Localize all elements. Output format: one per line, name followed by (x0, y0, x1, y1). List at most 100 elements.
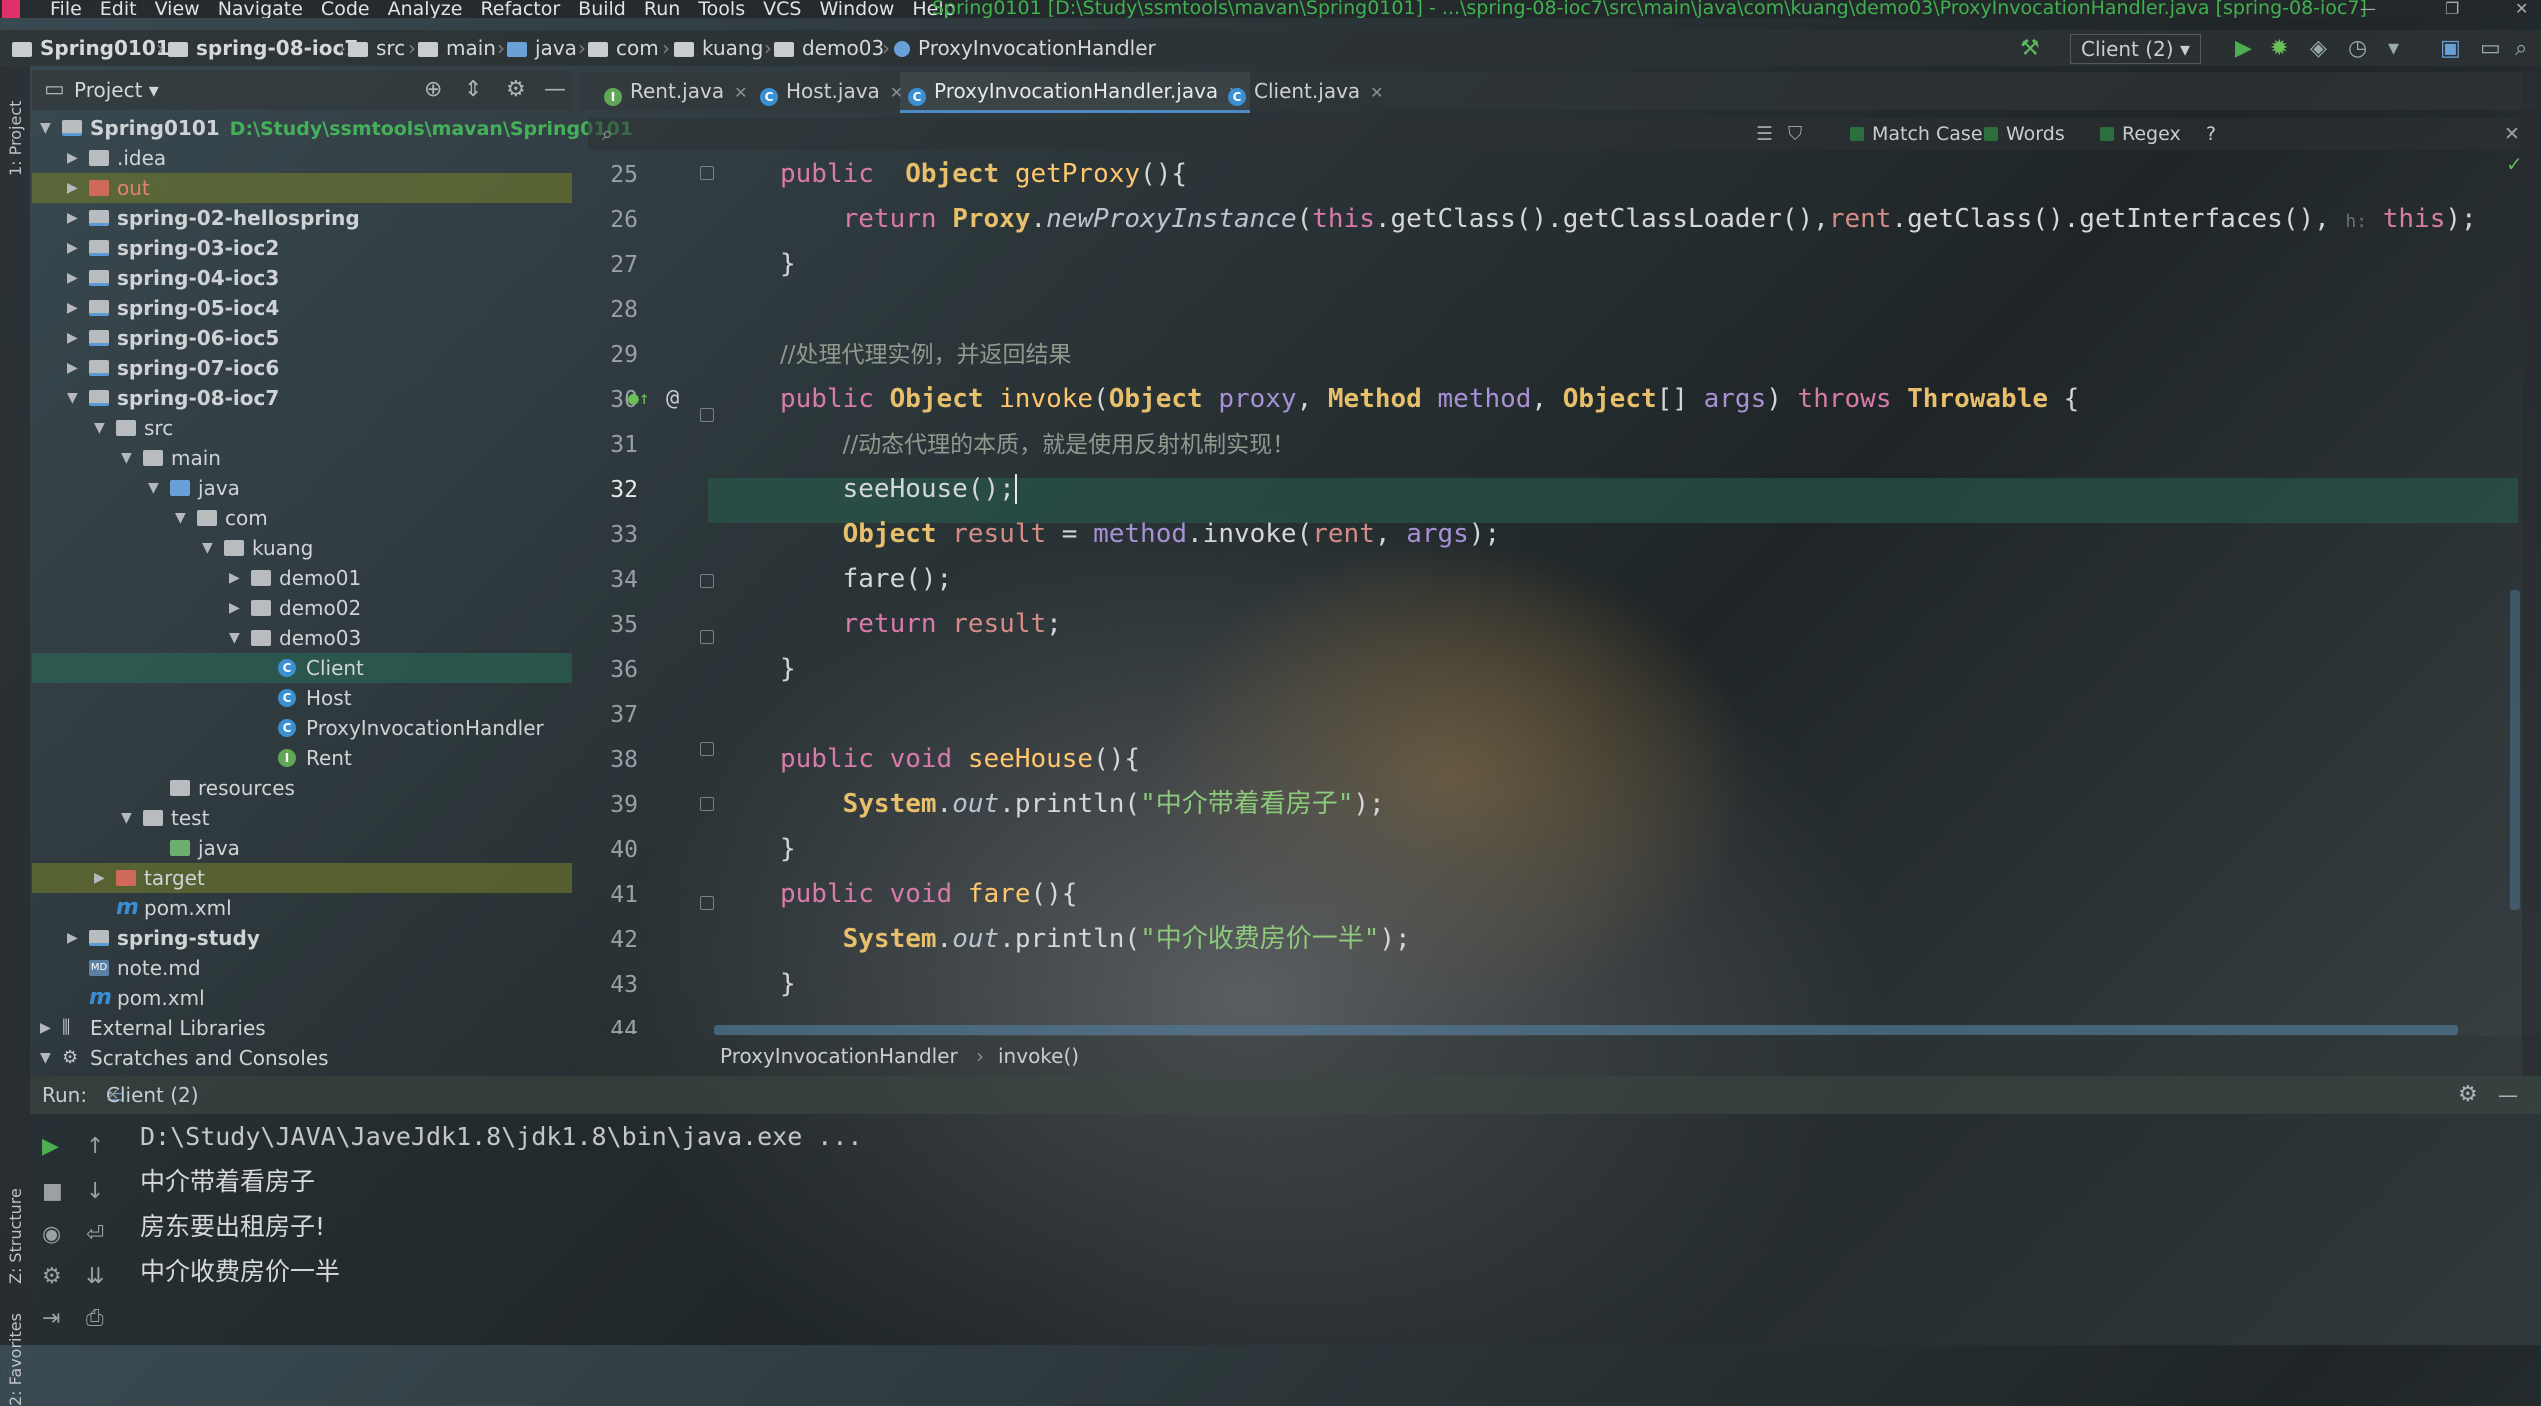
tree-item[interactable]: ▼ spring-08-ioc7 (32, 383, 572, 413)
camera-icon[interactable]: ◉ (42, 1222, 61, 1247)
find-filter-icon[interactable]: ☰ (1756, 118, 1773, 150)
debug-icon[interactable]: ✹ (2270, 38, 2288, 60)
tree-item[interactable]: ▼ src (32, 413, 572, 443)
words-checkbox[interactable] (1984, 127, 1998, 141)
exit-icon[interactable]: ⇥ (42, 1306, 60, 1331)
menu-view[interactable]: View (155, 0, 200, 18)
locate-file-icon[interactable]: ⊕ (424, 70, 442, 110)
regex-checkbox[interactable] (2100, 127, 2114, 141)
tree-item[interactable]: ▶ spring-05-ioc4 (32, 293, 572, 323)
chevron-right-icon[interactable]: ▶ (67, 263, 83, 293)
nav-crumb-main[interactable]: main (418, 30, 496, 66)
chevron-right-icon[interactable]: ▶ (94, 863, 110, 893)
chevron-right-icon[interactable]: ▶ (67, 323, 83, 353)
tree-item[interactable]: ▶ target (32, 863, 572, 893)
nav-crumb-class[interactable]: ProxyInvocationHandler (894, 30, 1156, 66)
tree-item[interactable]: ▼ test (32, 803, 572, 833)
match-case-checkbox[interactable] (1850, 127, 1864, 141)
fold-marker-icon[interactable] (700, 742, 714, 756)
tree-item[interactable]: ▼ main (32, 443, 572, 473)
chevron-down-icon[interactable]: ▼ (229, 623, 245, 653)
fold-marker-icon[interactable] (700, 574, 714, 588)
nav-crumb-kuang[interactable]: kuang (674, 30, 763, 66)
chevron-down-icon[interactable]: ▼ (67, 383, 83, 413)
scroll-down-icon[interactable]: ↓ (86, 1179, 104, 1204)
tree-item[interactable]: ▶ spring-02-hellospring (32, 203, 572, 233)
print-icon[interactable]: ⎙ (86, 1306, 104, 1331)
rerun-icon[interactable]: ▶ (42, 1134, 59, 1159)
nav-crumb-project[interactable]: Spring0101 (12, 30, 170, 66)
chevron-right-icon[interactable]: ▶ (229, 593, 245, 623)
hide-run-panel-icon[interactable]: — (2498, 1076, 2518, 1114)
structure-tool-tab[interactable]: Z: Structure (6, 1188, 25, 1284)
match-case-option[interactable]: Match Case (1850, 118, 1983, 150)
tree-item[interactable]: ▼ com (32, 503, 572, 533)
menu-file[interactable]: File (50, 0, 82, 18)
project-view-select[interactable]: Project ▾ (74, 70, 159, 110)
collapse-all-icon[interactable]: ⇕ (464, 70, 482, 110)
settings-gear-icon[interactable]: ⚙ (506, 70, 526, 110)
chevron-down-icon[interactable]: ▼ (175, 503, 191, 533)
editor-vertical-scrollbar[interactable] (2510, 590, 2520, 910)
close-search-icon[interactable]: ✕ (2504, 118, 2520, 150)
tree-item[interactable]: ▶ demo01 (32, 563, 572, 593)
minimize-icon[interactable]: — (2360, 0, 2376, 18)
tree-item[interactable]: ▶ spring-07-ioc6 (32, 353, 572, 383)
breadcrumb-method[interactable]: invoke() (998, 1036, 1079, 1076)
tree-item[interactable]: m pom.xml (32, 893, 572, 923)
tree-item[interactable]: m pom.xml (32, 983, 572, 1013)
soft-wrap-icon[interactable]: ⏎ (86, 1222, 104, 1247)
implements-marker-icon[interactable]: ●↑ (628, 388, 650, 409)
fold-marker-icon[interactable] (700, 797, 714, 811)
tree-item[interactable]: ▶ spring-study (32, 923, 572, 953)
tree-item[interactable]: ▶ ⫼ External Libraries (32, 1013, 572, 1043)
menu-run[interactable]: Run (644, 0, 680, 18)
favorites-tool-tab[interactable]: 2: Favorites (6, 1313, 25, 1406)
tree-item[interactable]: resources (32, 773, 572, 803)
fold-marker-icon[interactable] (700, 408, 714, 422)
nav-crumb-java[interactable]: java (507, 30, 577, 66)
editor-horizontal-scrollbar[interactable] (714, 1025, 2458, 1035)
restore-icon[interactable]: ❐ (2445, 0, 2459, 18)
chevron-down-icon[interactable]: ▼ (202, 533, 218, 563)
project-tool-tab[interactable]: 1: Project (6, 101, 25, 176)
chevron-down-icon[interactable]: ▼ (121, 803, 137, 833)
menu-vcs[interactable]: VCS (763, 0, 801, 18)
chevron-right-icon[interactable]: ▶ (67, 233, 83, 263)
close-window-icon[interactable]: ✕ (2515, 0, 2528, 18)
nav-crumb-src[interactable]: src (348, 30, 405, 66)
tree-item[interactable]: ▼ ⚙ Scratches and Consoles (32, 1043, 572, 1073)
tree-item[interactable]: java (32, 833, 572, 863)
tree-item[interactable]: ▶ demo02 (32, 593, 572, 623)
tree-item[interactable]: ▼ Spring0101 D:\Study\ssmtools\mavan\Sprin… (32, 113, 633, 143)
tree-item[interactable]: C Host (32, 683, 572, 713)
tree-item[interactable]: C ProxyInvocationHandler (32, 713, 572, 743)
scroll-to-end-icon[interactable]: ⇊ (86, 1264, 104, 1289)
restore-layout-icon[interactable]: ⚙ (42, 1264, 62, 1289)
run-configuration-select[interactable]: Client (2) ▾ (2070, 34, 2201, 64)
code-editor[interactable]: 25 26 27 28 29 30 31 32 33 34 35 36 37 38 39 40 41 42 43 44… (588, 152, 2518, 1034)
close-tab-icon[interactable]: ✕ (734, 83, 747, 102)
chevron-down-icon[interactable]: ▼ (40, 113, 56, 143)
editor-tab[interactable]: CProxyInvocationHandler.java✕ (900, 72, 1250, 113)
tree-item[interactable]: MD note.md (32, 953, 572, 983)
words-option[interactable]: Words (1984, 118, 2065, 150)
nav-crumb-demo03[interactable]: demo03 (774, 30, 884, 66)
editor-tab[interactable]: C Client.java ✕ (1220, 72, 1392, 110)
tree-item[interactable]: C Client (32, 653, 572, 683)
annotation-marker-icon[interactable]: @ (666, 386, 679, 411)
search-input[interactable] (628, 122, 1232, 146)
fold-marker-icon[interactable] (700, 630, 714, 644)
tree-item[interactable]: ▶ out (32, 173, 572, 203)
chevron-right-icon[interactable]: ▶ (67, 173, 83, 203)
nav-crumb-module[interactable]: spring-08-ioc7 (168, 30, 358, 66)
menu-code[interactable]: Code (321, 0, 370, 18)
run-settings-gear-icon[interactable]: ⚙ (2458, 1076, 2478, 1114)
nav-crumb-com[interactable]: com (588, 30, 659, 66)
menu-window[interactable]: Window (819, 0, 894, 18)
tree-item[interactable]: ▶ spring-06-ioc5 (32, 323, 572, 353)
tree-item[interactable]: ▼ demo03 (32, 623, 572, 653)
tree-item[interactable]: I Rent (32, 743, 572, 773)
editor-tab[interactable]: I Rent.java ✕ (596, 72, 756, 110)
fold-marker-icon[interactable] (700, 896, 714, 910)
